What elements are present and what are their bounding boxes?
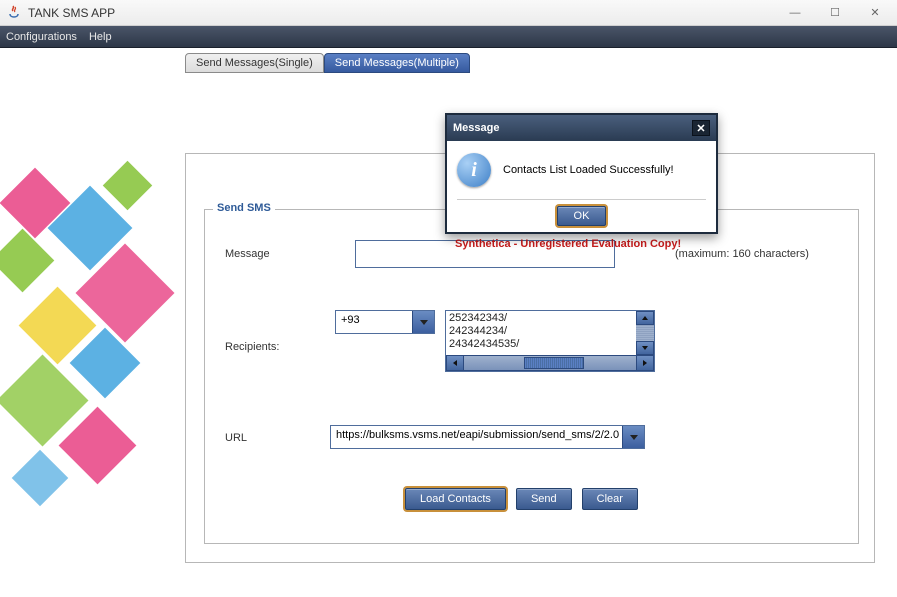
vertical-scrollbar-track[interactable] xyxy=(636,325,654,341)
max-chars-label: (maximum: 160 characters) xyxy=(675,248,809,260)
recipients-listbox[interactable]: 252342343/ 242344234/ 24342434535/ xyxy=(445,310,655,372)
message-label: Message xyxy=(225,248,270,260)
tabstrip: Send Messages(Single) Send Messages(Mult… xyxy=(185,53,470,73)
dialog-title: Message xyxy=(453,122,692,134)
maximize-button[interactable]: ☐ xyxy=(815,1,855,25)
country-code-combo[interactable]: +93 xyxy=(335,310,435,334)
decorative-art xyxy=(0,158,175,518)
menu-help[interactable]: Help xyxy=(89,31,112,43)
chevron-down-icon[interactable] xyxy=(412,311,434,333)
load-contacts-button[interactable]: Load Contacts xyxy=(405,488,506,510)
tab-send-multiple[interactable]: Send Messages(Multiple) xyxy=(324,53,470,73)
vertical-scrollbar[interactable] xyxy=(636,311,654,355)
chevron-down-icon[interactable] xyxy=(622,426,644,448)
message-dialog: Message ✕ i Contacts List Loaded Success… xyxy=(445,113,718,234)
url-combo[interactable]: https://bulksms.vsms.net/eapi/submission… xyxy=(330,425,645,449)
scroll-left-icon[interactable] xyxy=(446,355,464,371)
horizontal-scrollbar-thumb[interactable] xyxy=(524,357,584,369)
unregistered-warning: Synthetica - Unregistered Evaluation Cop… xyxy=(455,238,681,250)
scroll-up-icon[interactable] xyxy=(636,311,654,325)
dialog-ok-button[interactable]: OK xyxy=(557,206,607,226)
menubar: Configurations Help xyxy=(0,26,897,48)
fieldset-legend: Send SMS xyxy=(213,202,275,214)
info-icon: i xyxy=(457,153,491,187)
dialog-message: Contacts List Loaded Successfully! xyxy=(503,164,674,176)
window-titlebar: TANK SMS APP — ☐ ✕ xyxy=(0,0,897,26)
close-button[interactable]: ✕ xyxy=(855,1,895,25)
horizontal-scrollbar-track[interactable] xyxy=(464,355,636,371)
scroll-right-icon[interactable] xyxy=(636,355,654,371)
java-icon xyxy=(6,5,22,21)
url-label: URL xyxy=(225,432,247,444)
recipients-label: Recipients: xyxy=(225,341,279,353)
clear-button[interactable]: Clear xyxy=(582,488,638,510)
scroll-down-icon[interactable] xyxy=(636,341,654,355)
dialog-close-button[interactable]: ✕ xyxy=(692,120,710,136)
horizontal-scrollbar[interactable] xyxy=(446,355,654,371)
recipients-items[interactable]: 252342343/ 242344234/ 24342434535/ xyxy=(446,311,636,355)
country-code-value: +93 xyxy=(336,311,412,333)
menu-configurations[interactable]: Configurations xyxy=(6,31,77,43)
send-sms-fieldset: Send SMS Message (maximum: 160 character… xyxy=(204,209,859,544)
dialog-titlebar[interactable]: Message ✕ xyxy=(447,115,716,141)
send-button[interactable]: Send xyxy=(516,488,572,510)
button-row: Load Contacts Send Clear xyxy=(405,488,638,510)
tab-send-single[interactable]: Send Messages(Single) xyxy=(185,53,324,73)
list-item[interactable]: 252342343/ xyxy=(449,312,633,325)
url-value[interactable]: https://bulksms.vsms.net/eapi/submission… xyxy=(331,426,622,448)
content-area: Send Messages(Single) Send Messages(Mult… xyxy=(0,48,897,597)
window-title: TANK SMS APP xyxy=(28,6,775,20)
list-item[interactable]: 242344234/ xyxy=(449,325,633,338)
minimize-button[interactable]: — xyxy=(775,1,815,25)
list-item[interactable]: 24342434535/ xyxy=(449,338,633,351)
